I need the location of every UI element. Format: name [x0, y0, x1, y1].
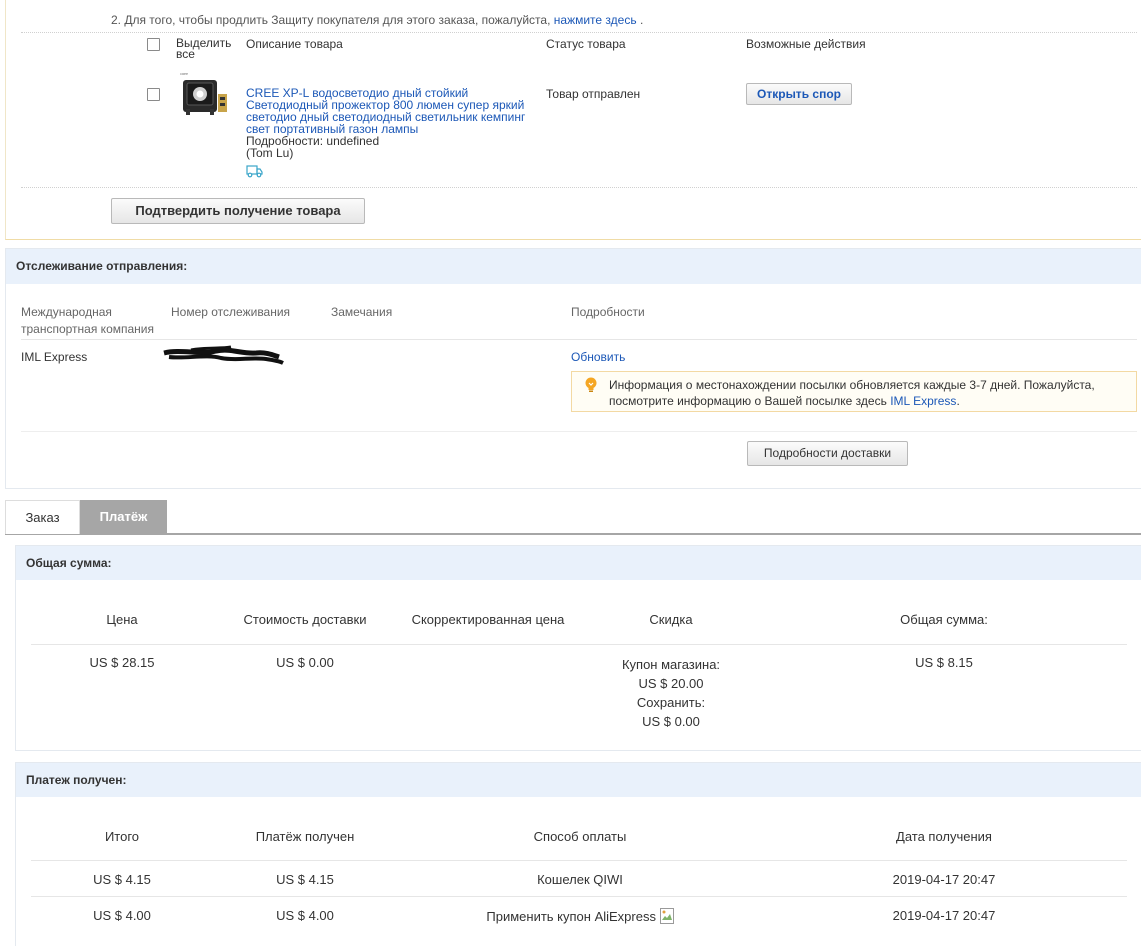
- save-label: Сохранить:: [636, 695, 706, 710]
- column-tracking-number: Номер отслеживания: [171, 305, 291, 319]
- open-dispute-button[interactable]: Открыть спор: [746, 83, 852, 105]
- store-coupon-value: US $ 20.00: [638, 676, 704, 691]
- lightbulb-icon: [584, 377, 598, 393]
- payment-received-section: Платеж получен: Итого Платёж получен Спо…: [15, 762, 1141, 946]
- divider: [21, 339, 1137, 340]
- redacted-tracking-number: [161, 345, 286, 367]
- column-details: Подробности: [571, 305, 645, 319]
- column-description: Описание товара: [246, 37, 343, 51]
- iml-express-link[interactable]: IML Express: [890, 394, 956, 408]
- payment-header: Платеж получен:: [16, 763, 1141, 797]
- tracking-info-text: Информация о местонахождении посылки обн…: [609, 378, 1095, 408]
- total-value: US $ 8.15: [915, 655, 973, 670]
- product-info: CREE XP-L водосветодио дный стойкий Свет…: [246, 87, 536, 178]
- column-company: Международная транспортная компания: [21, 305, 154, 336]
- confirm-receipt-button[interactable]: Подтвердить получение товара: [111, 198, 365, 224]
- column-total: Общая сумма:: [900, 612, 988, 627]
- column-actions: Возможные действия: [746, 37, 866, 51]
- buyer-protection-notice: 2. Для того, чтобы продлить Защиту покуп…: [111, 13, 644, 27]
- shipping-company: IML Express: [21, 350, 88, 364]
- shipping-value: US $ 0.00: [276, 655, 334, 670]
- select-all-checkbox[interactable]: [147, 38, 160, 51]
- total-amount-section: Общая сумма: Цена Стоимость доставки Ско…: [15, 545, 1141, 751]
- refresh-tracking-link[interactable]: Обновить: [571, 350, 625, 364]
- row-method: Применить купон AliExpress: [460, 908, 700, 924]
- row-date: 2019-04-17 20:47: [892, 908, 996, 923]
- row-total: US $ 4.15: [93, 872, 151, 887]
- divider: [31, 860, 1127, 861]
- order-items-panel: 2. Для того, чтобы продлить Защиту покуп…: [5, 0, 1141, 240]
- product-checkbox[interactable]: [147, 88, 160, 101]
- column-adjusted-price: Скорректированная цена: [411, 612, 565, 627]
- truck-icon[interactable]: [246, 164, 264, 178]
- column-price: Цена: [106, 612, 138, 627]
- row-method: Кошелек QIWI: [537, 872, 623, 887]
- divider: [31, 644, 1127, 645]
- row-received: US $ 4.00: [276, 908, 334, 923]
- tab-order[interactable]: Заказ: [5, 500, 80, 534]
- product-title-link[interactable]: CREE XP-L водосветодио дный стойкий Свет…: [246, 87, 536, 135]
- column-discount: Скидка: [649, 612, 693, 627]
- column-sum: Итого: [104, 829, 140, 844]
- product-thumbnail[interactable]: CREE: [179, 72, 229, 116]
- row-received: US $ 4.15: [276, 872, 334, 887]
- divider: [31, 896, 1127, 897]
- shipment-tracking-section: Отслеживание отправления: Международная …: [5, 248, 1141, 489]
- delivery-details-button[interactable]: Подробности доставки: [747, 441, 908, 466]
- save-value: US $ 0.00: [642, 714, 700, 729]
- svg-text:CREE: CREE: [180, 72, 188, 76]
- store-coupon-label: Купон магазина:: [621, 657, 721, 672]
- column-payment-method: Способ оплаты: [533, 829, 627, 844]
- column-shipping-cost: Стоимость доставки: [243, 612, 367, 627]
- discount-breakdown: Купон магазина: US $ 20.00 Сохранить: US…: [601, 655, 741, 731]
- broken-image-icon: [659, 908, 674, 924]
- row-date: 2019-04-17 20:47: [892, 872, 996, 887]
- divider: [21, 431, 1137, 432]
- column-payment-received: Платёж получен: [255, 829, 355, 844]
- product-status: Товар отправлен: [546, 87, 641, 101]
- total-header: Общая сумма:: [16, 546, 1141, 580]
- column-received-date: Дата получения: [896, 829, 992, 844]
- row-total: US $ 4.00: [93, 908, 151, 923]
- select-all-label: Выделить все: [176, 36, 232, 61]
- divider: [21, 32, 1137, 33]
- column-remarks: Замечания: [331, 305, 393, 319]
- price-value: US $ 28.15: [89, 655, 155, 670]
- tracking-header: Отслеживание отправления:: [6, 249, 1141, 284]
- tracking-info-notice: Информация о местонахождении посылки обн…: [571, 371, 1137, 412]
- tab-bar-line: [5, 533, 1141, 535]
- buyer-protection-link[interactable]: нажмите здесь: [554, 13, 637, 27]
- column-status: Статус товара: [546, 37, 626, 51]
- divider: [21, 187, 1137, 188]
- tab-payment[interactable]: Платёж: [80, 500, 167, 534]
- product-seller: (Tom Lu): [246, 146, 294, 160]
